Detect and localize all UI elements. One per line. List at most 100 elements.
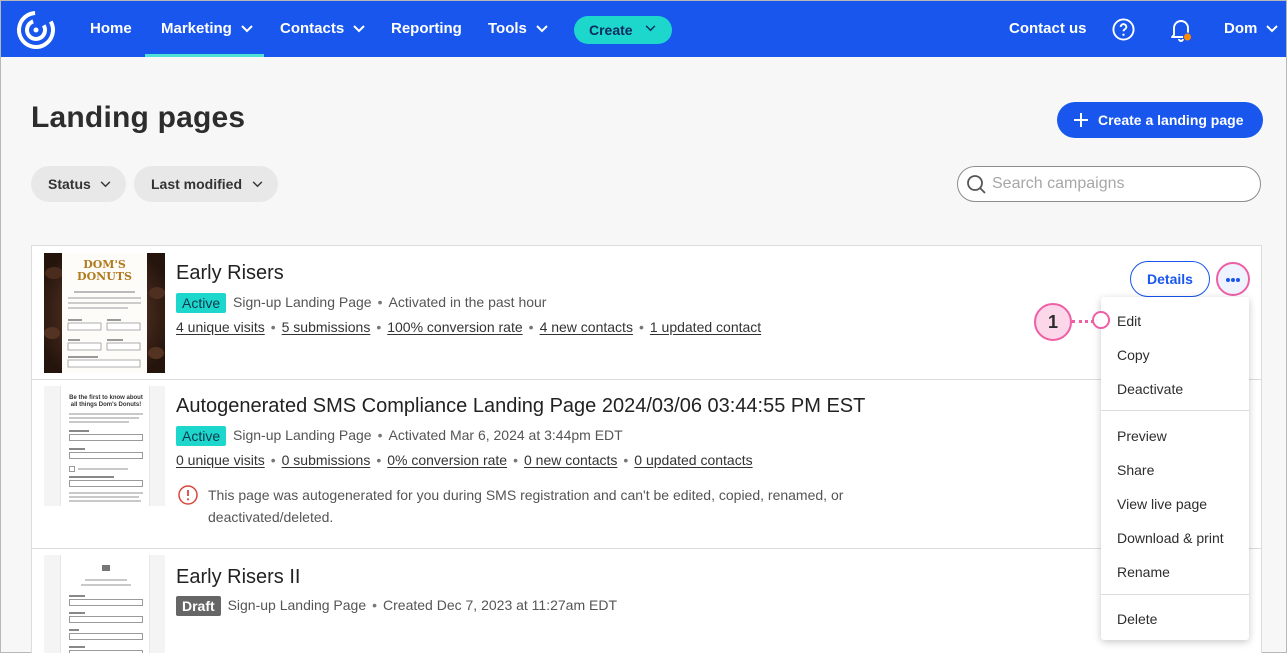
separator-dot: •	[376, 319, 382, 335]
notifications-bell-icon[interactable]	[1169, 17, 1193, 43]
menu-item-download-print[interactable]: Download & print	[1117, 530, 1224, 546]
callout-number-badge: 1	[1034, 303, 1072, 341]
unique-visits-link[interactable]: 4 unique visits	[176, 319, 265, 335]
alert-circle-icon	[178, 485, 198, 505]
nav-active-indicator	[145, 54, 264, 57]
landing-page-thumbnail[interactable]: DOM'S DONUTS	[44, 253, 165, 373]
user-name: Dom	[1224, 20, 1258, 37]
landing-page-type: Sign-up Landing Page	[227, 597, 367, 613]
row-actions-menu: Edit Copy Deactivate Preview Share View …	[1101, 297, 1249, 640]
separator-dot: •	[376, 452, 382, 468]
menu-item-deactivate[interactable]: Deactivate	[1117, 381, 1183, 397]
landing-pages-list: DOM'S DONUTS Early Risers Active Sign-up…	[31, 245, 1262, 653]
landing-page-stats: 4 unique visits • 5 submissions • 100% conve…	[176, 319, 761, 335]
nav-marketing[interactable]: Marketing	[161, 1, 253, 57]
last-modified-filter[interactable]: Last modified	[134, 166, 278, 202]
thumbnail-page: Be the first to know about all things Do…	[60, 386, 150, 506]
table-row: DOM'S DONUTS Early Risers Active Sign-up…	[32, 246, 1261, 380]
search-box	[957, 166, 1261, 202]
thumbnail-brand-line-2: DONUTS	[77, 270, 132, 283]
menu-item-preview[interactable]: Preview	[1117, 428, 1167, 444]
nav-reporting[interactable]: Reporting	[391, 1, 462, 57]
landing-page-time: Activated in the past hour	[388, 294, 547, 310]
landing-page-type: Sign-up Landing Page	[233, 294, 372, 310]
status-badge: Active	[176, 426, 227, 447]
landing-page-meta: Draft Sign-up Landing Page • Created Dec 7…	[176, 594, 618, 617]
table-row: Be the first to know about all things Do…	[32, 380, 1261, 549]
separator-dot: •	[377, 427, 383, 443]
status-filter-label: Status	[48, 176, 91, 192]
menu-item-delete[interactable]: Delete	[1117, 611, 1157, 627]
updated-contacts-link[interactable]: 0 updated contacts	[634, 452, 752, 468]
ellipsis-dot-icon	[1226, 278, 1230, 282]
contact-us-label: Contact us	[1009, 20, 1087, 37]
callout-target-ring	[1092, 311, 1110, 329]
menu-item-share[interactable]: Share	[1117, 462, 1154, 478]
menu-divider	[1101, 410, 1249, 411]
chevron-down-icon	[252, 181, 263, 188]
landing-page-thumbnail[interactable]	[44, 555, 165, 653]
separator-dot: •	[270, 319, 276, 335]
nav-contacts[interactable]: Contacts	[280, 1, 365, 57]
chevron-down-icon	[1266, 25, 1279, 33]
nav-tools[interactable]: Tools	[488, 1, 548, 57]
chevron-down-icon	[100, 181, 111, 188]
unique-visits-link[interactable]: 0 unique visits	[176, 452, 265, 468]
separator-dot: •	[528, 319, 534, 335]
notice-text: This page was autogenerated for you duri…	[208, 487, 844, 525]
plus-icon	[1074, 113, 1088, 127]
submissions-link[interactable]: 0 submissions	[282, 452, 371, 468]
landing-page-name-link[interactable]: Early Risers II	[176, 566, 300, 589]
autogenerated-notice: This page was autogenerated for you duri…	[178, 484, 898, 528]
create-landing-page-button[interactable]: Create a landing page	[1057, 102, 1263, 138]
chevron-down-icon	[645, 25, 656, 32]
nav-home[interactable]: Home	[90, 1, 132, 57]
landing-page-name-link[interactable]: Early Risers	[176, 262, 284, 285]
contact-us-link[interactable]: Contact us	[1009, 1, 1087, 57]
landing-page-meta: Active Sign-up Landing Page • Activated in…	[176, 291, 547, 314]
chevron-down-icon	[353, 25, 365, 33]
new-contacts-link[interactable]: 0 new contacts	[524, 452, 617, 468]
menu-item-copy[interactable]: Copy	[1117, 347, 1150, 363]
create-menu-button[interactable]: Create	[574, 16, 672, 44]
thumbnail-page	[60, 555, 150, 653]
chevron-down-icon	[536, 25, 548, 33]
separator-dot: •	[372, 597, 378, 613]
details-button[interactable]: Details	[1130, 261, 1210, 297]
menu-item-view-live-page[interactable]: View live page	[1117, 496, 1207, 512]
menu-item-edit[interactable]: Edit	[1117, 313, 1141, 329]
more-actions-button[interactable]	[1216, 262, 1250, 296]
search-icon	[967, 175, 986, 194]
separator-dot: •	[638, 319, 644, 335]
nav-home-label: Home	[90, 20, 132, 37]
constant-contact-logo-icon[interactable]	[15, 9, 57, 51]
help-icon[interactable]	[1112, 18, 1135, 41]
new-contacts-link[interactable]: 4 new contacts	[540, 319, 633, 335]
conversion-rate-link[interactable]: 100% conversion rate	[387, 319, 522, 335]
create-label: Create	[589, 22, 633, 38]
menu-item-rename[interactable]: Rename	[1117, 564, 1170, 580]
submissions-link[interactable]: 5 submissions	[282, 319, 371, 335]
status-filter[interactable]: Status	[31, 166, 126, 202]
menu-divider	[1101, 594, 1249, 595]
conversion-rate-link[interactable]: 0% conversion rate	[387, 452, 507, 468]
thumbnail-brand-text: DOM'S DONUTS	[62, 259, 147, 283]
search-input[interactable]	[992, 174, 1247, 194]
updated-contacts-link[interactable]: 1 updated contact	[650, 319, 761, 335]
landing-page-time: Activated Mar 6, 2024 at 3:44pm EDT	[388, 427, 623, 443]
landing-page-thumbnail[interactable]: Be the first to know about all things Do…	[44, 386, 165, 506]
last-modified-filter-label: Last modified	[151, 176, 243, 192]
top-navigation-bar: Home Marketing Contacts Reporting Tools …	[1, 1, 1286, 57]
separator-dot: •	[270, 452, 276, 468]
landing-page-name-link[interactable]: Autogenerated SMS Compliance Landing Pag…	[176, 395, 865, 418]
landing-page-time: Created Dec 7, 2023 at 11:27am EDT	[383, 597, 618, 613]
nav-reporting-label: Reporting	[391, 20, 462, 37]
user-menu[interactable]: Dom	[1224, 1, 1279, 57]
separator-dot: •	[623, 452, 629, 468]
create-landing-page-label: Create a landing page	[1098, 112, 1244, 128]
nav-contacts-label: Contacts	[280, 20, 345, 37]
status-badge: Active	[176, 293, 227, 314]
separator-dot: •	[513, 452, 518, 468]
separator-dot: •	[377, 294, 383, 310]
nav-marketing-label: Marketing	[161, 20, 232, 37]
